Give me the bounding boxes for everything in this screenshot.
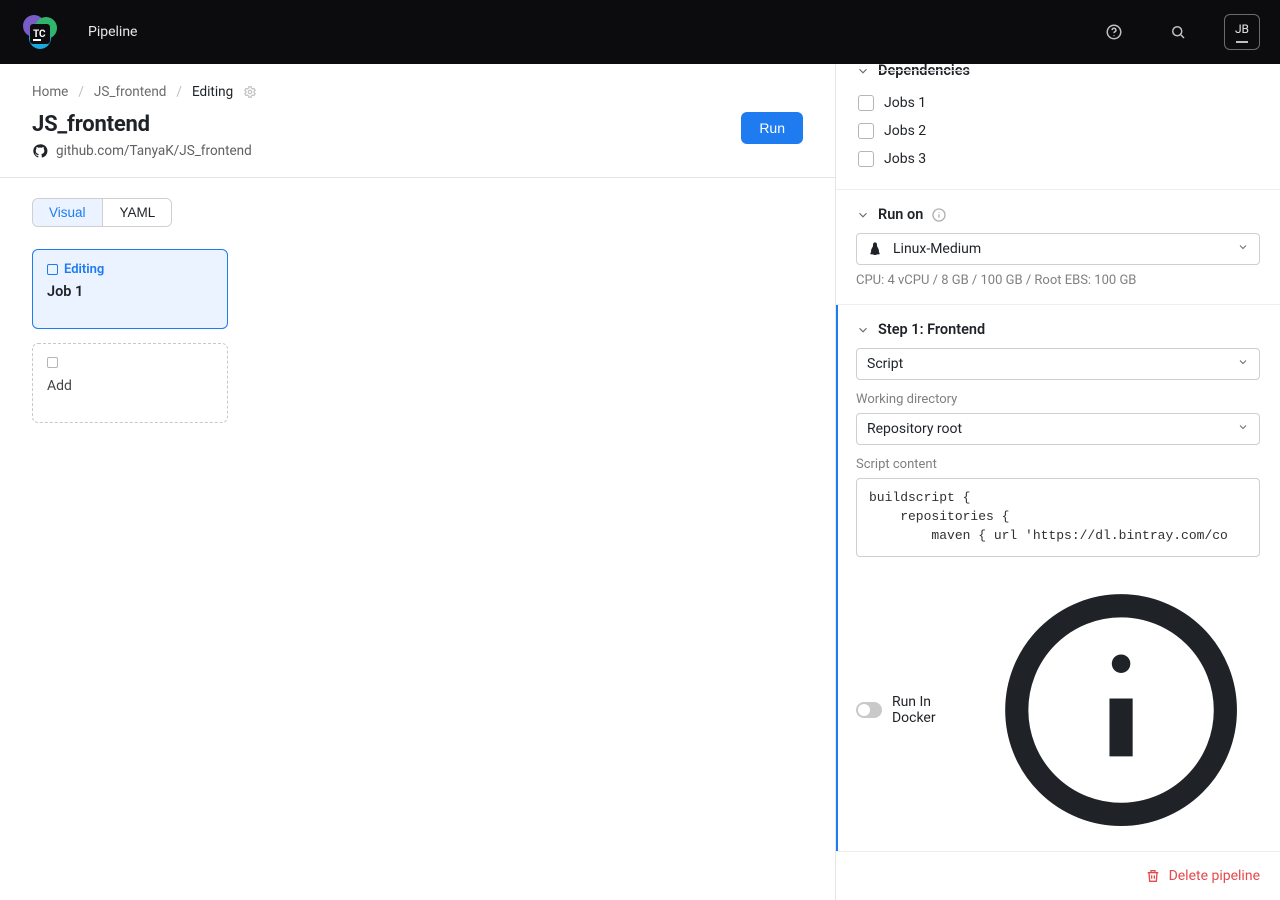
docker-label: Run In Docker [892,694,972,726]
workdir-label: Working directory [856,392,1260,407]
delete-label: Delete pipeline [1169,868,1260,884]
job-card[interactable]: Editing Job 1 [32,249,228,329]
crumb-project[interactable]: JS_frontend [94,84,167,100]
github-icon [32,143,48,159]
topbar-title[interactable]: Pipeline [88,24,138,40]
dep-item[interactable]: Jobs 3 [856,145,1260,173]
dep-item[interactable]: Jobs 2 [856,117,1260,145]
page-title: JS_frontend [32,112,725,137]
job-icon [47,264,58,275]
runner-value: Script [867,356,1227,372]
info-icon[interactable] [982,571,1260,849]
help-icon[interactable] [1096,14,1132,50]
add-job-card[interactable]: Add [32,343,228,423]
workdir-value: Repository root [867,421,1227,437]
chevron-down-icon [1237,356,1249,372]
delete-pipeline[interactable]: Delete pipeline [836,851,1280,900]
checkbox[interactable] [858,95,874,111]
add-job-label: Add [47,378,213,394]
chevron-down-icon[interactable] [856,208,870,222]
search-icon[interactable] [1160,14,1196,50]
editor-tabs: Visual YAML [32,198,172,227]
crumb-home[interactable]: Home [32,84,68,100]
section-runon-heading: Run on [878,206,923,223]
avatar[interactable]: JB [1224,14,1260,50]
gear-icon[interactable] [243,85,257,99]
job-editing-label: Editing [64,262,104,277]
section-step1-heading: Step 1: Frontend [878,321,985,338]
avatar-initials: JB [1235,22,1249,36]
checkbox[interactable] [858,123,874,139]
section-dependencies-heading: Dependencies [878,64,970,79]
dep-label: Jobs 2 [884,123,926,139]
dep-item[interactable]: Jobs 1 [856,89,1260,117]
add-job-icon [47,357,58,368]
runner-select[interactable]: Script [856,348,1260,380]
svg-text:TC: TC [33,29,46,40]
repo-link[interactable]: github.com/TanyaK/JS_frontend [32,143,725,159]
run-button[interactable]: Run [741,112,803,144]
dep-label: Jobs 1 [884,95,926,111]
info-icon[interactable] [931,207,947,223]
agent-value: Linux-Medium [893,241,1227,257]
app-logo[interactable]: TC [20,12,60,52]
repo-url: github.com/TanyaK/JS_frontend [56,143,252,159]
trash-icon [1145,868,1161,884]
script-label: Script content [856,457,1260,472]
breadcrumb: Home / JS_frontend / Editing [0,64,835,100]
workdir-select[interactable]: Repository root [856,413,1260,445]
chevron-down-icon[interactable] [856,323,870,337]
agent-select[interactable]: Linux-Medium [856,233,1260,265]
checkbox[interactable] [858,151,874,167]
linux-icon [867,241,883,257]
script-content[interactable]: buildscript { repositories { maven { url… [856,478,1260,557]
chevron-down-icon [1237,421,1249,437]
agent-specs: CPU: 4 vCPU / 8 GB / 100 GB / Root EBS: … [856,273,1260,288]
crumb-current: Editing [192,84,233,100]
chevron-down-icon[interactable] [856,64,870,78]
chevron-down-icon [1237,241,1249,257]
dep-label: Jobs 3 [884,151,926,167]
tab-visual[interactable]: Visual [33,199,103,226]
docker-toggle[interactable] [856,702,882,718]
tab-yaml[interactable]: YAML [103,199,172,226]
job-name: Job 1 [47,283,213,300]
